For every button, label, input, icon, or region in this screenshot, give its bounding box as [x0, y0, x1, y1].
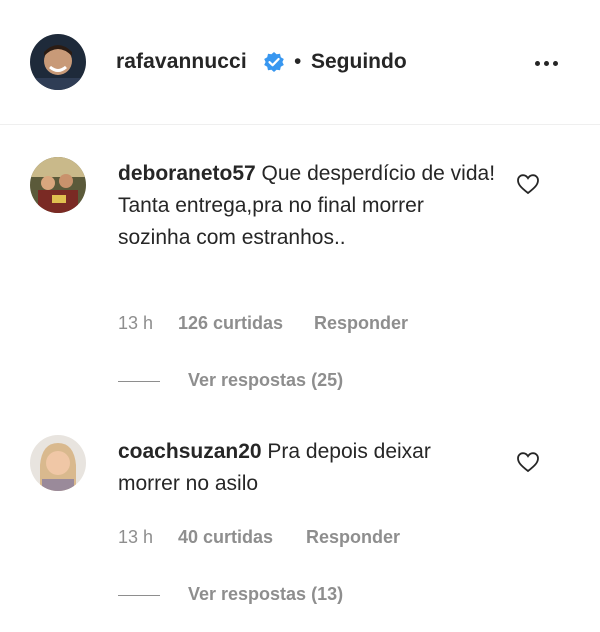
commenter-avatar[interactable] — [30, 157, 86, 213]
replies-divider-line — [118, 595, 160, 596]
comment-body: deboraneto57 Que desperdício de vida! Ta… — [118, 158, 498, 254]
more-options-icon[interactable] — [532, 52, 562, 72]
comment-likes[interactable]: 126 curtidas — [178, 313, 283, 334]
author-avatar[interactable] — [30, 34, 86, 90]
like-heart-icon[interactable] — [516, 173, 540, 195]
commenter-username[interactable]: coachsuzan20 — [118, 440, 262, 463]
view-replies-button[interactable]: Ver respostas (25) — [118, 370, 418, 394]
commenter-username[interactable]: deboraneto57 — [118, 162, 256, 185]
verified-badge-icon — [263, 51, 285, 73]
commenter-avatar[interactable] — [30, 435, 86, 491]
separator-dot: • — [294, 50, 302, 73]
comment-likes[interactable]: 40 curtidas — [178, 527, 273, 548]
view-replies-label[interactable]: Ver respostas (13) — [188, 584, 343, 605]
comment-time[interactable]: 13 h — [118, 527, 153, 548]
view-replies-label[interactable]: Ver respostas (25) — [188, 370, 343, 391]
like-heart-icon[interactable] — [516, 451, 540, 473]
reply-button[interactable]: Responder — [314, 313, 408, 334]
view-replies-button[interactable]: Ver respostas (13) — [118, 584, 418, 608]
reply-button[interactable]: Responder — [306, 527, 400, 548]
post-header: rafavannucci • Seguindo — [0, 0, 600, 125]
replies-divider-line — [118, 381, 160, 382]
comment-time[interactable]: 13 h — [118, 313, 153, 334]
comment-body: coachsuzan20 Pra depois deixar morrer no… — [118, 436, 498, 500]
author-username[interactable]: rafavannucci — [116, 50, 247, 74]
follow-status-button[interactable]: Seguindo — [311, 50, 407, 74]
